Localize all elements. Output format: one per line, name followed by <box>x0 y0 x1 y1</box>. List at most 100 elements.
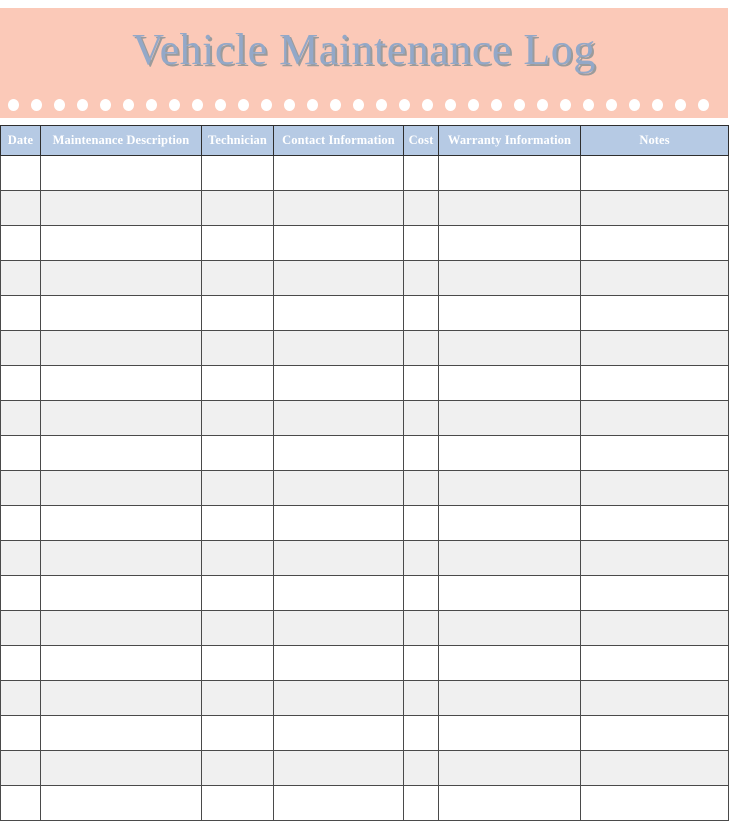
table-cell-desc[interactable] <box>40 610 202 646</box>
table-cell-desc[interactable] <box>40 435 202 471</box>
table-cell-warranty[interactable] <box>438 505 581 541</box>
table-cell-date[interactable] <box>0 680 41 716</box>
table-cell-warranty[interactable] <box>438 785 581 821</box>
table-cell-date[interactable] <box>0 225 41 261</box>
column-header-warranty-information[interactable]: Warranty Information <box>438 125 581 156</box>
table-cell-cost[interactable] <box>403 225 439 261</box>
table-cell-desc[interactable] <box>40 645 202 681</box>
table-cell-notes[interactable] <box>580 750 729 786</box>
table-cell-desc[interactable] <box>40 680 202 716</box>
table-cell-date[interactable] <box>0 295 41 331</box>
table-cell-notes[interactable] <box>580 680 729 716</box>
table-cell-tech[interactable] <box>201 645 274 681</box>
column-header-maintenance-description[interactable]: Maintenance Description <box>40 125 202 156</box>
table-cell-warranty[interactable] <box>438 680 581 716</box>
table-cell-date[interactable] <box>0 400 41 436</box>
table-cell-contact[interactable] <box>273 155 404 191</box>
table-cell-date[interactable] <box>0 365 41 401</box>
table-cell-notes[interactable] <box>580 400 729 436</box>
table-cell-tech[interactable] <box>201 680 274 716</box>
column-header-contact-information[interactable]: Contact Information <box>273 125 404 156</box>
table-cell-date[interactable] <box>0 715 41 751</box>
table-cell-contact[interactable] <box>273 225 404 261</box>
table-cell-cost[interactable] <box>403 680 439 716</box>
table-cell-notes[interactable] <box>580 435 729 471</box>
table-cell-desc[interactable] <box>40 260 202 296</box>
table-cell-contact[interactable] <box>273 610 404 646</box>
table-cell-desc[interactable] <box>40 540 202 576</box>
table-cell-notes[interactable] <box>580 715 729 751</box>
table-cell-desc[interactable] <box>40 225 202 261</box>
table-cell-desc[interactable] <box>40 575 202 611</box>
table-cell-tech[interactable] <box>201 260 274 296</box>
table-cell-date[interactable] <box>0 540 41 576</box>
table-cell-cost[interactable] <box>403 610 439 646</box>
table-cell-tech[interactable] <box>201 610 274 646</box>
table-cell-warranty[interactable] <box>438 260 581 296</box>
table-cell-notes[interactable] <box>580 155 729 191</box>
table-cell-cost[interactable] <box>403 785 439 821</box>
table-cell-warranty[interactable] <box>438 750 581 786</box>
table-cell-cost[interactable] <box>403 575 439 611</box>
table-cell-warranty[interactable] <box>438 190 581 226</box>
table-cell-contact[interactable] <box>273 505 404 541</box>
table-cell-cost[interactable] <box>403 400 439 436</box>
table-cell-tech[interactable] <box>201 470 274 506</box>
table-cell-desc[interactable] <box>40 365 202 401</box>
table-cell-desc[interactable] <box>40 715 202 751</box>
table-cell-date[interactable] <box>0 260 41 296</box>
table-cell-notes[interactable] <box>580 260 729 296</box>
table-cell-cost[interactable] <box>403 295 439 331</box>
table-cell-contact[interactable] <box>273 190 404 226</box>
table-cell-warranty[interactable] <box>438 330 581 366</box>
table-cell-notes[interactable] <box>580 610 729 646</box>
table-cell-cost[interactable] <box>403 190 439 226</box>
table-cell-tech[interactable] <box>201 330 274 366</box>
table-cell-contact[interactable] <box>273 365 404 401</box>
table-cell-tech[interactable] <box>201 715 274 751</box>
table-cell-cost[interactable] <box>403 470 439 506</box>
table-cell-desc[interactable] <box>40 785 202 821</box>
table-cell-cost[interactable] <box>403 330 439 366</box>
table-cell-contact[interactable] <box>273 575 404 611</box>
table-cell-contact[interactable] <box>273 295 404 331</box>
table-cell-cost[interactable] <box>403 365 439 401</box>
table-cell-warranty[interactable] <box>438 225 581 261</box>
table-cell-notes[interactable] <box>580 225 729 261</box>
table-cell-tech[interactable] <box>201 750 274 786</box>
column-header-technician[interactable]: Technician <box>201 125 274 156</box>
table-cell-desc[interactable] <box>40 330 202 366</box>
table-cell-notes[interactable] <box>580 365 729 401</box>
column-header-cost[interactable]: Cost <box>403 125 439 156</box>
table-cell-warranty[interactable] <box>438 470 581 506</box>
table-cell-warranty[interactable] <box>438 575 581 611</box>
table-cell-notes[interactable] <box>580 470 729 506</box>
table-cell-desc[interactable] <box>40 295 202 331</box>
table-cell-contact[interactable] <box>273 540 404 576</box>
table-cell-cost[interactable] <box>403 505 439 541</box>
table-cell-tech[interactable] <box>201 505 274 541</box>
table-cell-cost[interactable] <box>403 645 439 681</box>
table-cell-tech[interactable] <box>201 575 274 611</box>
table-cell-desc[interactable] <box>40 155 202 191</box>
table-cell-warranty[interactable] <box>438 435 581 471</box>
table-cell-tech[interactable] <box>201 785 274 821</box>
table-cell-notes[interactable] <box>580 330 729 366</box>
table-cell-contact[interactable] <box>273 470 404 506</box>
table-cell-contact[interactable] <box>273 645 404 681</box>
table-cell-date[interactable] <box>0 610 41 646</box>
table-cell-warranty[interactable] <box>438 610 581 646</box>
column-header-date[interactable]: Date <box>0 125 41 156</box>
table-cell-notes[interactable] <box>580 645 729 681</box>
table-cell-notes[interactable] <box>580 295 729 331</box>
table-cell-tech[interactable] <box>201 540 274 576</box>
table-cell-cost[interactable] <box>403 155 439 191</box>
table-cell-warranty[interactable] <box>438 365 581 401</box>
table-cell-date[interactable] <box>0 470 41 506</box>
table-cell-contact[interactable] <box>273 680 404 716</box>
table-cell-cost[interactable] <box>403 435 439 471</box>
table-cell-date[interactable] <box>0 155 41 191</box>
column-header-notes[interactable]: Notes <box>580 125 729 156</box>
table-cell-warranty[interactable] <box>438 645 581 681</box>
table-cell-notes[interactable] <box>580 190 729 226</box>
